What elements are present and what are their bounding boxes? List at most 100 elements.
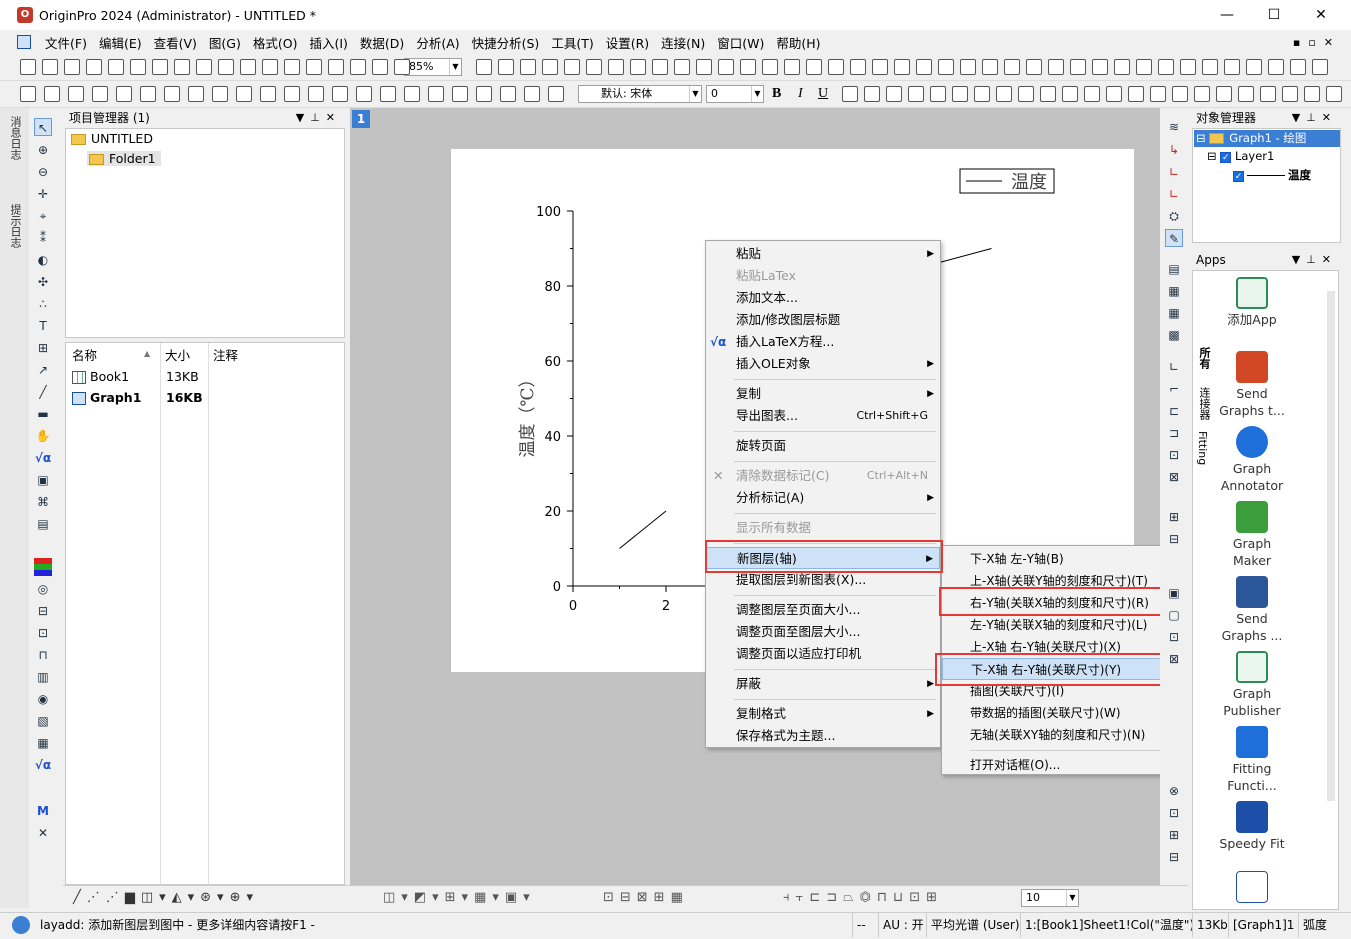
- line-tool-icon[interactable]: ╱: [34, 383, 52, 401]
- toolbar1-icon-3[interactable]: [64, 59, 80, 75]
- toolbar1-icon-36[interactable]: [850, 59, 866, 75]
- toolbar1-icon-4[interactable]: [86, 59, 102, 75]
- axis-box-2-icon[interactable]: ⌐: [1165, 380, 1183, 398]
- arrange-6-icon[interactable]: ⊠: [1165, 650, 1183, 668]
- toolbar2-icon-45[interactable]: [1304, 86, 1320, 102]
- search-icon[interactable]: [12, 916, 30, 934]
- toolbar2-icon-46[interactable]: [1326, 86, 1342, 102]
- toolbar2-icon-2[interactable]: [44, 86, 60, 102]
- toolbar1-icon-53[interactable]: [1224, 59, 1240, 75]
- mdi-controls[interactable]: ▪▫✕: [1293, 36, 1341, 49]
- ctx-item-20[interactable]: 调整图层至页面大小...: [706, 599, 940, 621]
- toolbar2-icon-36[interactable]: [1106, 86, 1122, 102]
- toolbar2-icon-9[interactable]: [212, 86, 228, 102]
- toolbar2-icon-14[interactable]: [332, 86, 348, 102]
- menu-tools[interactable]: 工具(T): [545, 33, 599, 52]
- toolbar1-icon-44[interactable]: [1026, 59, 1042, 75]
- close-button[interactable]: ✕: [1298, 0, 1344, 30]
- toolbar1-icon-5[interactable]: [108, 59, 124, 75]
- panel-controls[interactable]: ▼⊥✕: [1292, 250, 1337, 270]
- object-icons[interactable]: ⊡⊟⊠⊞▦: [603, 890, 689, 905]
- toolbar2-icon-19[interactable]: [452, 86, 468, 102]
- toolbar1-icon-43[interactable]: [1004, 59, 1020, 75]
- toolbar1-icon-55[interactable]: [1268, 59, 1284, 75]
- menu-edit[interactable]: 编辑(E): [93, 33, 148, 52]
- ctx-item-4[interactable]: √α 插入LaTeX方程...: [706, 331, 940, 353]
- ctx-item-10[interactable]: 旋转页面: [706, 435, 940, 457]
- line-width-combo[interactable]: 10 ▼: [1021, 889, 1079, 907]
- toolbar2-icon-26[interactable]: [886, 86, 902, 102]
- toolbar1-icon-29[interactable]: [696, 59, 712, 75]
- mask-tool-icon[interactable]: ✣: [34, 273, 52, 291]
- object-tool-icon[interactable]: ▤: [34, 515, 52, 533]
- m-tool-icon[interactable]: M: [34, 802, 52, 820]
- hint-log-tab[interactable]: 提示日志: [7, 204, 23, 248]
- ctx-item-0[interactable]: 粘贴 ▶: [706, 243, 940, 265]
- column-comment[interactable]: 注释: [213, 345, 238, 364]
- app-fitting-function[interactable]: Fitting Functi...: [1217, 726, 1287, 794]
- sub-item-0[interactable]: 下-X轴 左-Y轴(B): [942, 548, 1181, 570]
- italic-icon[interactable]: I: [798, 86, 803, 102]
- layout-4-icon[interactable]: ▩: [1165, 326, 1183, 344]
- layout-icons[interactable]: ◫▾◩▾⊞▾▦▾▣▾: [383, 890, 536, 905]
- minimize-button[interactable]: —: [1204, 0, 1250, 30]
- ctx-item-27[interactable]: 保存格式为主题...: [706, 725, 940, 747]
- page-number-badge[interactable]: 1: [352, 110, 370, 128]
- toolbar1-icon-11[interactable]: [240, 59, 256, 75]
- toolbar2-icon-5[interactable]: [116, 86, 132, 102]
- toolbar2-icon-43[interactable]: [1260, 86, 1276, 102]
- latex-app-icon[interactable]: √α: [34, 756, 52, 774]
- app-graph-maker[interactable]: Graph Maker: [1217, 501, 1287, 569]
- menu-file[interactable]: 文件(F): [39, 33, 93, 52]
- toolbar1-icon-12[interactable]: [262, 59, 278, 75]
- plot-type-icons[interactable]: ╱⋰⋰▆◫▾◭▾⊛▾⊕▾: [73, 890, 259, 905]
- toolbar2-icon-6[interactable]: [140, 86, 156, 102]
- toolbar2-icon-8[interactable]: [188, 86, 204, 102]
- app-speedy-fit[interactable]: Speedy Fit: [1217, 801, 1287, 852]
- apps-scrollbar[interactable]: [1327, 291, 1335, 801]
- toolbar1-icon-48[interactable]: [1114, 59, 1130, 75]
- tool-a-icon[interactable]: ◎: [34, 580, 52, 598]
- toolbar1-icon-30[interactable]: [718, 59, 734, 75]
- panel-controls[interactable]: ▼⊥✕: [1292, 108, 1337, 128]
- toolbar1-icon-1[interactable]: [20, 59, 36, 75]
- toolbar1-icon-19[interactable]: [476, 59, 492, 75]
- text-tool-icon[interactable]: T: [34, 317, 52, 335]
- toolbar1-icon-46[interactable]: [1070, 59, 1086, 75]
- toolbar2-icon-44[interactable]: [1282, 86, 1298, 102]
- menu-window[interactable]: 窗口(W): [711, 33, 770, 52]
- rescale-icon[interactable]: ⛭: [1165, 207, 1183, 225]
- arrange-1-icon[interactable]: ⊞: [1165, 508, 1183, 526]
- column-name[interactable]: 名称: [72, 345, 97, 364]
- toolbar2-icon-1[interactable]: [20, 86, 36, 102]
- scale-tool-icon[interactable]: ✛: [34, 185, 52, 203]
- toolbar1-icon-35[interactable]: [828, 59, 844, 75]
- toolbar2-icon-40[interactable]: [1194, 86, 1210, 102]
- toolbar1-icon-15[interactable]: [328, 59, 344, 75]
- toolbar1-icon-18[interactable]: [394, 59, 410, 75]
- list-item-book1[interactable]: Book1: [72, 369, 129, 384]
- toolbar1-icon-14[interactable]: [306, 59, 322, 75]
- app-more[interactable]: [1217, 871, 1287, 905]
- toolbar2-icon-34[interactable]: [1062, 86, 1078, 102]
- toolbar1-icon-41[interactable]: [960, 59, 976, 75]
- toolbar1-icon-57[interactable]: [1312, 59, 1328, 75]
- toolbar2-icon-31[interactable]: [996, 86, 1012, 102]
- toolbar2-icon-39[interactable]: [1172, 86, 1188, 102]
- menu-help[interactable]: 帮助(H): [770, 33, 826, 52]
- arrange-5-icon[interactable]: ⊡: [1165, 628, 1183, 646]
- toolbar1-icon-31[interactable]: [740, 59, 756, 75]
- toolbar1-icon-20[interactable]: [498, 59, 514, 75]
- layout-2-icon[interactable]: ▦: [1165, 282, 1183, 300]
- toolbar2-icon-12[interactable]: [284, 86, 300, 102]
- toolbar2-icon-37[interactable]: [1128, 86, 1144, 102]
- sub-item-10[interactable]: 打开对话框(O)...: [942, 754, 1181, 776]
- column-size[interactable]: 大小: [165, 345, 190, 364]
- toolbar2-icon-25[interactable]: [864, 86, 880, 102]
- tool-h-icon[interactable]: ▦: [34, 734, 52, 752]
- menu-graph[interactable]: 图(G): [203, 33, 247, 52]
- tool-d-icon[interactable]: ⊓: [34, 646, 52, 664]
- toolbar2-icon-17[interactable]: [404, 86, 420, 102]
- pointer-tool-icon[interactable]: ↖: [34, 118, 52, 136]
- color-bar-icon[interactable]: [34, 558, 52, 576]
